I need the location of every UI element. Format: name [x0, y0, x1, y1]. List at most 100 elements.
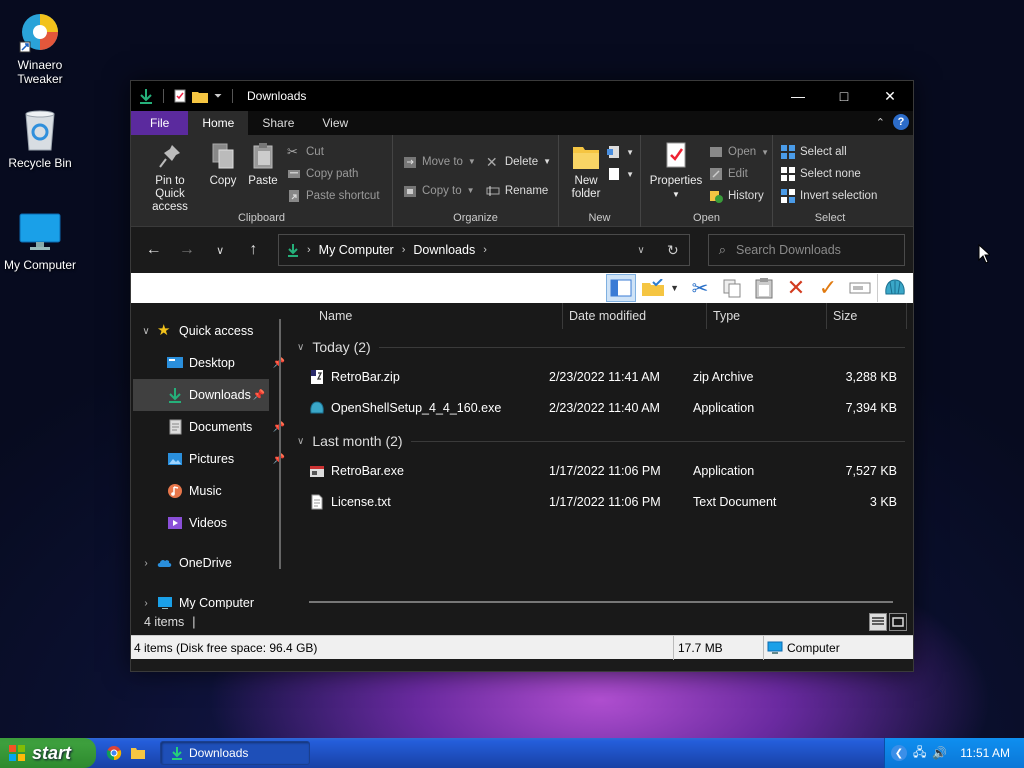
- pin-to-quick-access-button[interactable]: Pin to Quick access: [137, 141, 203, 214]
- new-item-button[interactable]: ▼: [607, 141, 634, 163]
- paste-shortcut-button[interactable]: Paste shortcut: [287, 185, 380, 207]
- breadcrumb-chevron-icon[interactable]: ›: [483, 244, 487, 256]
- copy-to-button[interactable]: Copy to ▼: [403, 176, 476, 205]
- nav-quick-access[interactable]: ∨ ★ Quick access: [131, 315, 289, 347]
- nav-item-videos[interactable]: Videos: [131, 507, 289, 539]
- table-row[interactable]: RetroBar.zip 2/23/2022 11:41 AM zip Arch…: [289, 361, 913, 392]
- expand-chevron-icon[interactable]: ∨: [139, 326, 153, 337]
- desktop-icon-recycle-bin[interactable]: Recycle Bin: [0, 108, 80, 170]
- up-button[interactable]: ↑: [239, 235, 268, 265]
- tab-view[interactable]: View: [308, 111, 362, 135]
- copy-label: Copy: [209, 175, 237, 187]
- table-row[interactable]: RetroBar.exe 1/17/2022 11:06 PM Applicat…: [289, 455, 913, 486]
- rename-button[interactable]: Rename: [486, 176, 551, 205]
- maximize-button[interactable]: □: [821, 81, 867, 111]
- navigation-pane-toggle-button[interactable]: [606, 274, 637, 302]
- desktop-icon-my-computer[interactable]: My Computer: [0, 210, 80, 272]
- edit-button[interactable]: Edit: [709, 163, 769, 185]
- table-row[interactable]: License.txt 1/17/2022 11:06 PM Text Docu…: [289, 486, 913, 517]
- group-header-today[interactable]: ∨ Today (2): [289, 333, 913, 361]
- expand-chevron-icon[interactable]: ›: [139, 598, 153, 609]
- properties-icon[interactable]: [174, 89, 186, 103]
- refresh-icon[interactable]: ↻: [667, 242, 679, 259]
- delete-toolbar-button[interactable]: ✕: [781, 274, 811, 302]
- tab-file[interactable]: File: [131, 111, 189, 135]
- history-button[interactable]: History: [709, 185, 769, 207]
- network-icon[interactable]: 🖧: [913, 743, 926, 764]
- search-box[interactable]: ⌕: [707, 234, 905, 266]
- invert-selection-button[interactable]: Invert selection: [781, 185, 881, 207]
- pin-icon[interactable]: 📌: [253, 390, 265, 401]
- help-icon[interactable]: ?: [893, 114, 909, 130]
- collapse-chevron-icon[interactable]: ∨: [297, 436, 304, 447]
- breadcrumb-downloads[interactable]: Downloads: [413, 243, 475, 257]
- breadcrumb-my-computer[interactable]: My Computer: [319, 243, 394, 257]
- minimize-button[interactable]: —: [775, 81, 821, 111]
- rename-toolbar-button[interactable]: [845, 274, 875, 302]
- customize-quick-access-chevron-icon[interactable]: ⏷: [214, 91, 222, 102]
- properties-toolbar-button[interactable]: ✓: [813, 274, 843, 302]
- recent-locations-chevron-icon[interactable]: ∨: [206, 235, 235, 265]
- group-header-last-month[interactable]: ∨ Last month (2): [289, 427, 913, 455]
- breadcrumb-chevron-icon[interactable]: ›: [402, 244, 406, 256]
- cut-toolbar-button[interactable]: ✂: [685, 274, 715, 302]
- column-header-date-modified[interactable]: Date modified: [563, 303, 707, 329]
- select-none-button[interactable]: Select none: [781, 163, 881, 185]
- copy-button[interactable]: Copy: [203, 141, 243, 214]
- chrome-icon[interactable]: [106, 745, 122, 761]
- start-button[interactable]: start: [0, 738, 96, 768]
- select-all-button[interactable]: Select all: [781, 141, 881, 163]
- collapse-chevron-icon[interactable]: ∨: [297, 342, 304, 353]
- search-input[interactable]: [736, 243, 897, 257]
- start-label: start: [32, 742, 72, 763]
- copy-toolbar-button[interactable]: [717, 274, 747, 302]
- cut-button[interactable]: ✂ Cut: [287, 141, 380, 163]
- navigation-pane-scrollbar[interactable]: [279, 319, 281, 569]
- breadcrumb-chevron-icon[interactable]: ›: [307, 244, 311, 256]
- nav-item-desktop[interactable]: Desktop 📌: [131, 347, 289, 379]
- show-hidden-icons-chevron-icon[interactable]: ❮: [891, 745, 907, 761]
- paste-toolbar-button[interactable]: [749, 274, 779, 302]
- column-header-name[interactable]: Name: [289, 303, 563, 329]
- expand-chevron-icon[interactable]: ›: [139, 558, 153, 569]
- new-folder-icon[interactable]: [192, 90, 208, 103]
- horizontal-scrollbar[interactable]: [309, 601, 893, 603]
- large-icons-view-button[interactable]: [889, 613, 907, 631]
- copy-path-button[interactable]: Copy path: [287, 163, 380, 185]
- toolbar-dropdown-chevron-icon[interactable]: ▼: [670, 283, 679, 293]
- collapse-ribbon-chevron-icon[interactable]: ⌃: [876, 116, 885, 129]
- address-dropdown-chevron-icon[interactable]: ∨: [637, 245, 644, 256]
- taskbar-item-downloads[interactable]: Downloads: [160, 741, 310, 765]
- select-all-icon: [781, 145, 795, 159]
- nav-item-documents[interactable]: Documents 📌: [131, 411, 289, 443]
- delete-button[interactable]: ✕ Delete ▼: [486, 147, 551, 176]
- cut-label: Cut: [306, 146, 324, 158]
- column-header-type[interactable]: Type: [707, 303, 827, 329]
- details-view-button[interactable]: [869, 613, 887, 631]
- tab-share[interactable]: Share: [248, 111, 308, 135]
- open-button[interactable]: Open ▼: [709, 141, 769, 163]
- address-bar[interactable]: › My Computer › Downloads › ∨ ↻: [278, 234, 690, 266]
- clock[interactable]: 11:51 AM: [960, 746, 1010, 760]
- column-header-size[interactable]: Size: [827, 303, 907, 329]
- new-folder-button[interactable]: New folder: [565, 141, 607, 201]
- move-to-button[interactable]: Move to ▼: [403, 147, 476, 176]
- open-shell-settings-button[interactable]: [877, 274, 911, 302]
- paste-button[interactable]: Paste: [243, 141, 283, 214]
- nav-item-pictures[interactable]: Pictures 📌: [131, 443, 289, 475]
- nav-item-music[interactable]: Music: [131, 475, 289, 507]
- paste-icon: [253, 143, 273, 169]
- forward-button[interactable]: →: [172, 235, 201, 265]
- table-row[interactable]: OpenShellSetup_4_4_160.exe 2/23/2022 11:…: [289, 392, 913, 423]
- nav-onedrive[interactable]: › OneDrive: [131, 547, 289, 579]
- nav-item-downloads[interactable]: Downloads 📌: [133, 379, 269, 411]
- back-button[interactable]: ←: [139, 235, 168, 265]
- check-boxes-toggle-button[interactable]: [638, 274, 668, 302]
- desktop-icon-winaero[interactable]: Winaero Tweaker: [0, 10, 80, 86]
- folder-icon[interactable]: [130, 745, 146, 761]
- properties-button[interactable]: Properties ▼: [647, 141, 705, 207]
- tab-home[interactable]: Home: [188, 111, 249, 135]
- volume-icon[interactable]: 🔊: [932, 746, 947, 760]
- close-button[interactable]: ✕: [867, 81, 913, 111]
- easy-access-button[interactable]: ▼: [607, 163, 634, 185]
